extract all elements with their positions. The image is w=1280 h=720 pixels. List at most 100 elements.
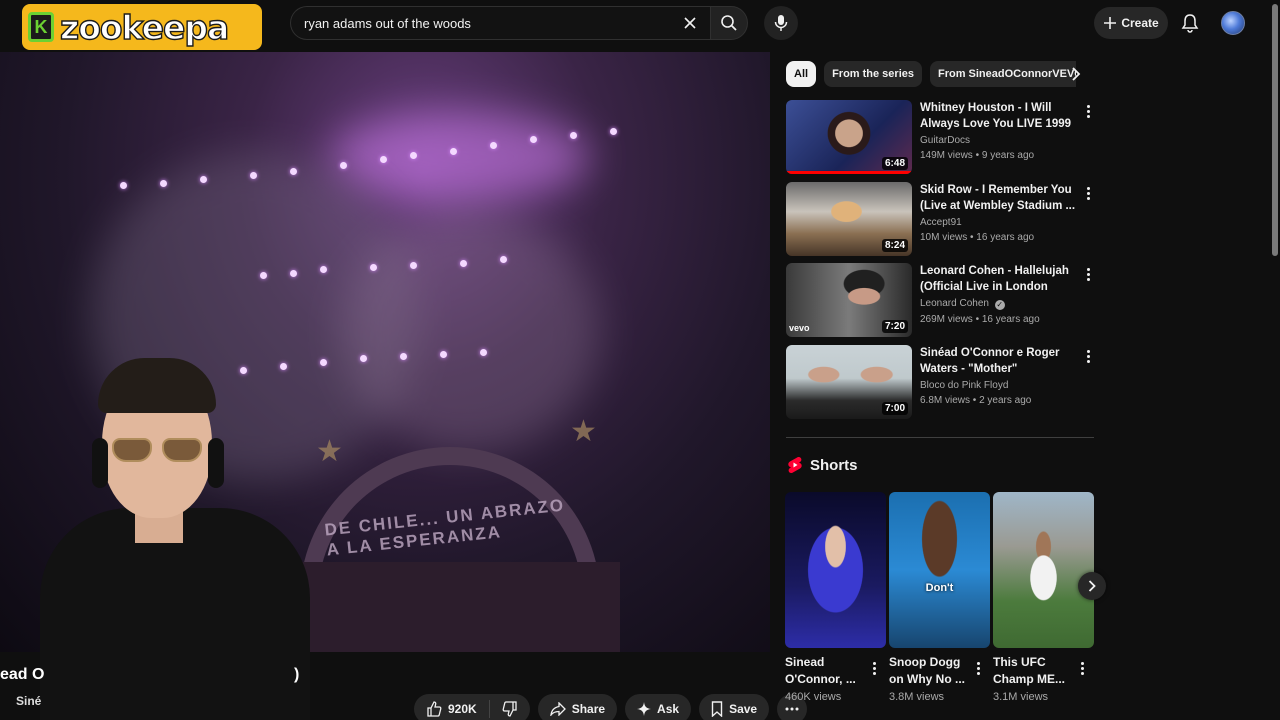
vevo-badge: vevo [789,323,810,333]
section-divider [786,437,1094,438]
shorts-header: Shorts [787,456,858,474]
clear-search-button[interactable] [674,7,706,39]
short-card[interactable]: Don't Snoop Dogg on Why No ... 3.8M view… [889,492,991,703]
stage-floor [290,562,620,652]
like-count: 920K [448,702,477,716]
video-thumbnail[interactable]: vevo 7:20 [786,263,912,337]
channel-name[interactable]: Leonard Cohen ✓ [920,298,1080,310]
short-thumbnail[interactable]: Don't [889,492,990,648]
chevron-right-icon [1072,67,1081,81]
notifications-button[interactable] [1176,8,1204,38]
shorts-heading: Shorts [810,456,858,474]
video-title[interactable]: Leonard Cohen - Hallelujah (Official Liv… [920,263,1080,295]
video-menu-button[interactable] [1082,265,1094,283]
thumbs-up-icon [427,701,442,717]
share-button[interactable]: Share [537,694,618,720]
short-menu-button[interactable] [869,660,879,676]
chip-from-the-series[interactable]: From the series [824,61,922,87]
channel-name[interactable]: Accept91 [920,217,1080,228]
dislike-button[interactable] [490,694,530,720]
chip-from-channel[interactable]: From SineadOConnorVEVO [929,61,1076,87]
webcam-overlay [40,358,310,720]
like-button[interactable]: 920K [414,694,489,720]
video-duration: 7:20 [881,320,908,333]
video-title[interactable]: Skid Row - I Remember You (Live at Wembl… [920,182,1080,214]
face-overlay-glow [340,212,600,452]
top-bar: K zookeepa Create [0,0,1280,50]
stage-lights [260,252,520,279]
ask-button[interactable]: Ask [625,694,692,720]
voice-search-button[interactable] [764,6,798,40]
verified-check-icon: ✓ [994,300,1005,310]
search-icon [721,15,737,31]
channel-name[interactable]: GuitarDocs [920,135,1080,146]
channel-name-fragment[interactable]: Siné [16,694,41,708]
video-menu-button[interactable] [1082,347,1094,365]
chevron-right-icon [1088,580,1096,592]
video-duration: 8:24 [881,239,908,252]
short-title[interactable]: Sinead O'Connor, ... [785,654,865,688]
related-video[interactable]: 6:48 Whitney Houston - I Will Always Lov… [786,100,1096,176]
video-thumbnail[interactable]: 7:00 [786,345,912,419]
related-video[interactable]: 8:24 Skid Row - I Remember You (Live at … [786,182,1096,258]
short-views: 3.1M views [993,691,1049,703]
short-title[interactable]: Snoop Dogg on Why No ... [889,654,969,688]
scrollbar-thumb[interactable] [1272,4,1278,256]
shorts-next-button[interactable] [1078,572,1106,600]
save-button[interactable]: Save [699,694,770,720]
sunglasses [112,438,204,464]
short-card[interactable]: This UFC Champ ME... 3.1M views [993,492,1095,703]
video-menu-button[interactable] [1082,184,1094,202]
save-label: Save [729,702,758,716]
ask-label: Ask [657,702,680,716]
avatar[interactable] [1221,11,1245,35]
more-horizontal-icon [785,707,799,711]
mic-icon [774,15,788,31]
headphones-icon [92,438,108,488]
create-button[interactable]: Create [1094,7,1168,39]
search-button[interactable] [710,6,748,40]
short-card[interactable]: Sinead O'Connor, ... 460K views [785,492,887,703]
related-video[interactable]: vevo 7:20 Leonard Cohen - Hallelujah (Of… [786,263,1096,339]
short-menu-button[interactable] [1077,660,1087,676]
short-thumbnail[interactable] [993,492,1094,648]
zookeepa-logo[interactable]: K zookeepa [22,4,262,50]
shorts-logo-icon [788,456,802,474]
bookmark-icon [711,701,723,717]
logo-text: zookeepa [59,7,230,47]
star-decoration-icon: ★ [316,435,343,468]
chips-next-button[interactable] [1064,61,1088,87]
video-actions: 920K Share Ask Save [414,694,808,720]
clear-icon [684,17,696,29]
search-input[interactable] [304,15,674,31]
create-label: Create [1121,16,1159,30]
related-video[interactable]: 7:00 Sinéad O'Connor e Roger Waters - "M… [786,345,1096,421]
video-title[interactable]: Sinéad O'Connor e Roger Waters - "Mother… [920,345,1080,377]
video-thumbnail[interactable]: 8:24 [786,182,912,256]
sparkle-icon [637,702,652,716]
video-meta: 269M views • 16 years ago [920,314,1040,325]
search-box [290,6,710,40]
star-decoration-icon: ★ [570,415,597,448]
video-duration: 7:00 [881,402,908,415]
video-duration: 6:48 [881,157,908,170]
video-title[interactable]: Whitney Houston - I Will Always Love You… [920,100,1080,132]
stage-lights [240,347,500,374]
thumbs-down-icon [502,701,517,717]
video-menu-button[interactable] [1082,102,1094,120]
short-overlay-caption: Don't [925,582,954,594]
bell-icon [1181,14,1199,33]
short-title[interactable]: This UFC Champ ME... [993,654,1073,688]
share-label: Share [571,702,606,716]
channel-name[interactable]: Bloco do Pink Floyd [920,380,1080,391]
stage-lights [80,122,640,189]
short-thumbnail[interactable] [785,492,886,648]
chip-all[interactable]: All [786,61,817,87]
video-meta: 149M views • 9 years ago [920,150,1035,161]
video-meta: 10M views • 16 years ago [920,232,1035,243]
logo-k-icon: K [28,12,54,42]
video-title-fragment: ead O [0,666,45,683]
video-thumbnail[interactable]: 6:48 [786,100,912,174]
video-title-fragment-end: ) [294,666,300,683]
short-menu-button[interactable] [973,660,983,676]
